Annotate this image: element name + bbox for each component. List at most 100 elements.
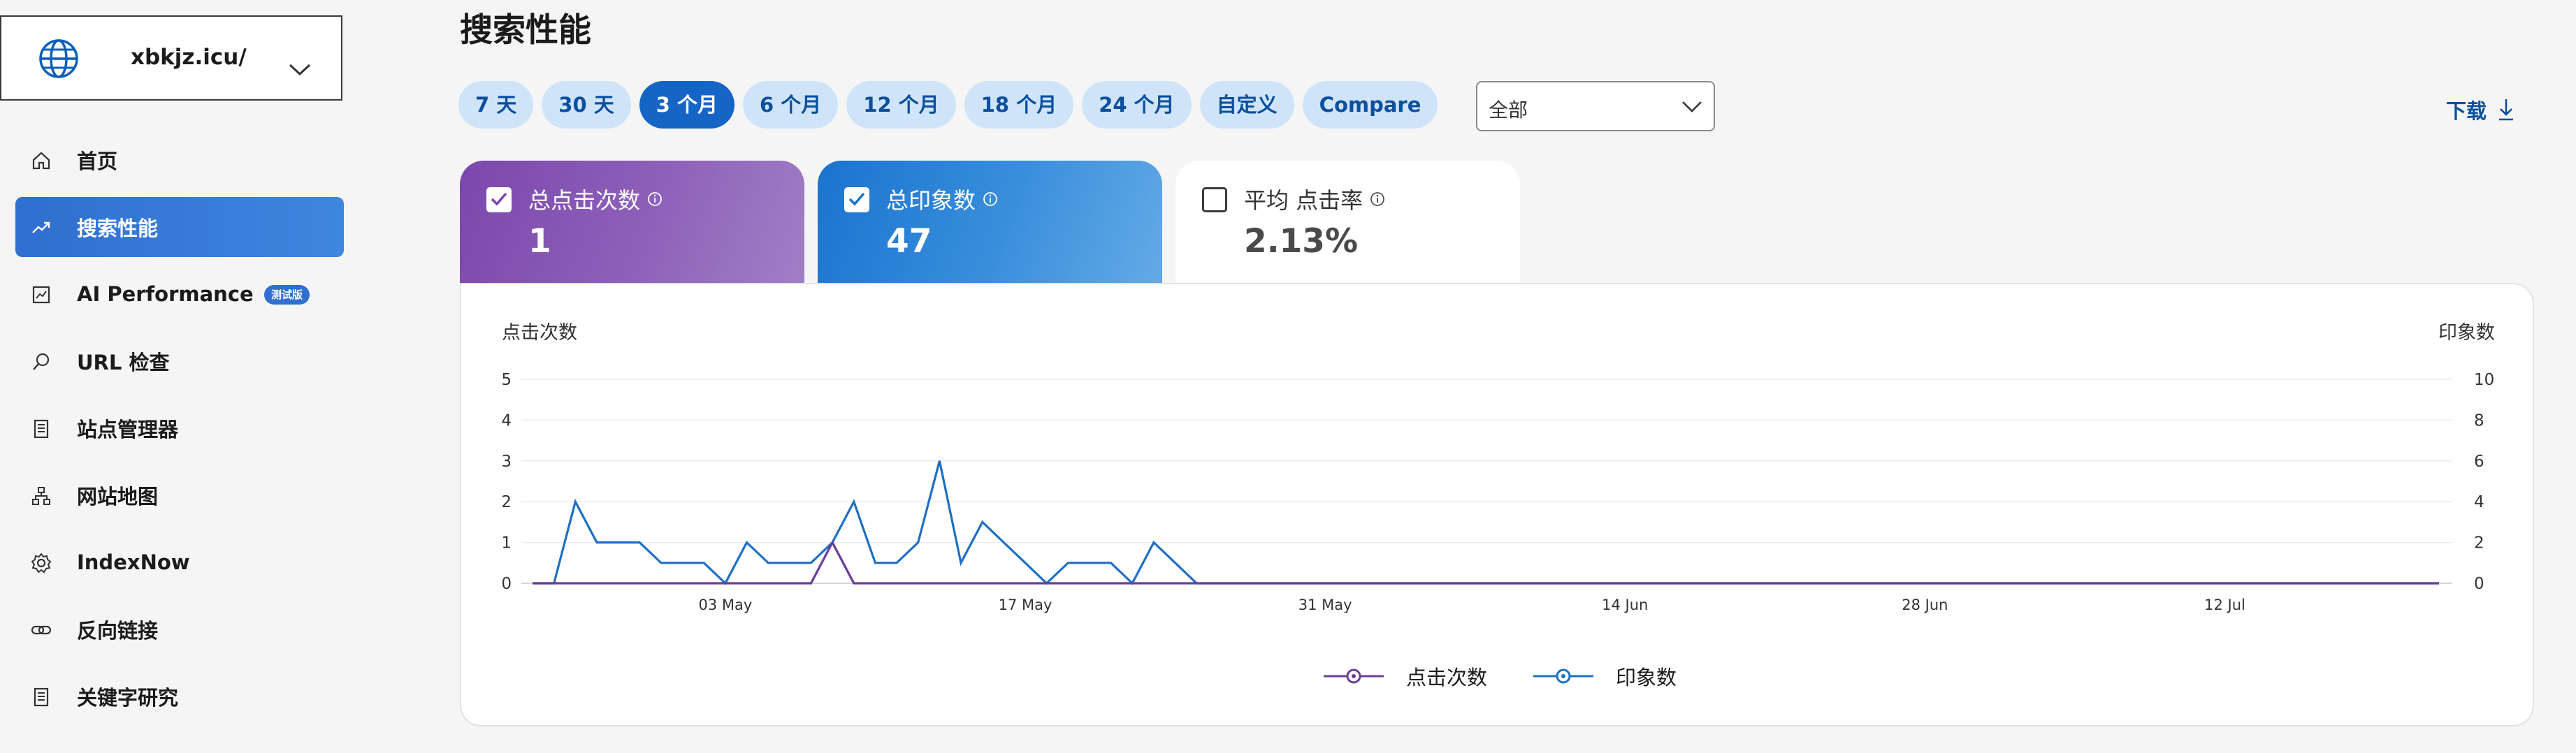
sidebar-item-label: 站点管理器 <box>77 418 179 441</box>
legend-impressions-marker-icon <box>1533 668 1594 684</box>
sidebar-item-label: 搜索性能 <box>77 217 159 240</box>
sidebar-item-label: 网站地图 <box>77 485 159 509</box>
filter-selected-value: 全部 <box>1489 98 1528 122</box>
right-tick-label: 4 <box>2474 493 2484 511</box>
right-tick-label: 6 <box>2474 453 2484 471</box>
ctr-checkbox[interactable] <box>1202 187 1227 212</box>
performance-chart-panel: 点击次数 印象数 0 1 2 3 4 5 0 2 4 6 8 10 03 May 17 May 31 M… <box>460 283 2534 726</box>
sitemap-icon <box>32 487 50 505</box>
left-tick-label: 3 <box>501 453 512 471</box>
document-icon <box>34 419 49 439</box>
home-icon <box>32 152 50 170</box>
legend-clicks-label: 点击次数 <box>1406 666 1488 689</box>
metric-card-impressions[interactable]: 总印象数 47 <box>818 161 1162 283</box>
sidebar-item-site-manager[interactable]: 站点管理器 <box>15 398 344 458</box>
search-icon <box>33 353 50 370</box>
sidebar-item-label: 反向链接 <box>77 619 159 643</box>
ai-chart-icon <box>32 286 50 304</box>
x-tick-label: 14 Jun <box>1602 597 1648 613</box>
impressions-label: 总印象数 <box>886 187 976 214</box>
filter-dropdown[interactable]: 全部 <box>1476 81 1715 131</box>
download-label: 下载 <box>2446 99 2487 123</box>
download-icon <box>2499 99 2514 121</box>
info-icon[interactable] <box>1370 191 1385 207</box>
right-axis-title: 印象数 <box>2438 322 2495 344</box>
sidebar-item-label: AI Performance <box>77 282 254 306</box>
clicks-label: 总点击次数 <box>528 187 641 214</box>
sidebar-item-search-performance[interactable]: 搜索性能 <box>15 197 344 257</box>
right-axis-ticks: 0 2 4 6 8 10 <box>2474 371 2494 593</box>
sidebar-item-label: URL 检查 <box>77 351 170 374</box>
left-tick-label: 1 <box>501 534 512 553</box>
sidebar-item-keyword-research[interactable]: 关键字研究 <box>15 666 344 726</box>
site-selector[interactable]: xbkjz.icu/ <box>0 15 342 101</box>
right-tick-label: 10 <box>2474 371 2494 389</box>
chart-gridlines <box>521 379 2452 584</box>
left-axis-ticks: 0 1 2 3 4 5 <box>501 371 512 593</box>
left-axis-title: 点击次数 <box>502 322 577 344</box>
x-tick-label: 12 Jul <box>2204 597 2245 613</box>
sidebar-nav: 首页 搜索性能 AI Performance 测试版 URL 检查 站点管理器 … <box>15 130 344 733</box>
legend-item-impressions[interactable]: 印象数 <box>1532 661 1677 691</box>
left-tick-label: 5 <box>501 371 512 389</box>
range-tab-12-months[interactable]: 12 个月 <box>846 81 956 129</box>
sidebar-item-label: IndexNow <box>77 550 190 574</box>
metric-label: 总印象数 <box>886 183 998 215</box>
x-tick-label: 28 Jun <box>1902 597 1948 613</box>
left-tick-label: 0 <box>501 575 512 593</box>
range-tab-custom[interactable]: 自定义 <box>1199 81 1294 129</box>
metric-label: 总点击次数 <box>528 183 663 215</box>
ctr-value: 2.13% <box>1244 222 1359 261</box>
impressions-checkbox[interactable] <box>844 187 869 212</box>
legend-impressions-label: 印象数 <box>1616 666 1677 689</box>
right-tick-label: 2 <box>2474 534 2484 553</box>
beta-badge: 测试版 <box>264 285 310 305</box>
range-tab-24-months[interactable]: 24 个月 <box>1082 81 1192 129</box>
legend-clicks-marker-icon <box>1324 668 1384 684</box>
sidebar-item-home[interactable]: 首页 <box>15 130 344 190</box>
range-tab-3-months[interactable]: 3 个月 <box>639 81 735 129</box>
page-title: 搜索性能 <box>460 11 591 50</box>
range-tab-6-months[interactable]: 6 个月 <box>743 81 839 129</box>
clicks-series-line <box>533 540 2439 585</box>
metric-card-ctr[interactable]: 平均 点击率 2.13% <box>1175 161 1520 283</box>
right-tick-label: 0 <box>2474 575 2484 593</box>
site-name: xbkjz.icu/ <box>131 45 247 70</box>
x-axis-ticks: 03 May 17 May 31 May 14 Jun 28 Jun 12 Jul <box>698 597 2245 613</box>
sidebar-item-label: 首页 <box>77 149 118 173</box>
impressions-series-line <box>533 460 2439 585</box>
document-icon <box>34 687 49 707</box>
date-range-tabs: 7 天 30 天 3 个月 6 个月 12 个月 18 个月 24 个月 自定义… <box>458 81 1438 129</box>
sidebar-item-label: 关键字研究 <box>77 686 179 710</box>
x-tick-label: 17 May <box>999 597 1052 613</box>
impressions-value: 47 <box>886 222 932 261</box>
info-icon[interactable] <box>983 191 998 207</box>
gear-icon <box>31 553 52 573</box>
link-icon <box>31 625 52 635</box>
left-tick-label: 4 <box>501 411 512 430</box>
right-tick-label: 8 <box>2474 411 2484 430</box>
range-tab-30-days[interactable]: 30 天 <box>542 81 631 129</box>
legend-item-clicks[interactable]: 点击次数 <box>1322 661 1487 691</box>
range-tab-7-days[interactable]: 7 天 <box>458 81 534 129</box>
sidebar-item-ai-performance[interactable]: AI Performance 测试版 <box>15 264 344 324</box>
clicks-checkbox[interactable] <box>486 187 512 212</box>
range-tab-compare[interactable]: Compare <box>1302 81 1438 129</box>
sidebar-item-backlinks[interactable]: 反向链接 <box>15 599 344 659</box>
download-button[interactable]: 下载 <box>2446 95 2516 124</box>
chart-legend: 点击次数 印象数 <box>1322 661 1677 691</box>
performance-chart: 点击次数 印象数 0 1 2 3 4 5 0 2 4 6 8 10 03 May 17 May 31 M… <box>501 322 2495 613</box>
chevron-down-icon <box>289 64 311 76</box>
trend-icon <box>32 221 50 233</box>
sidebar-item-sitemap[interactable]: 网站地图 <box>15 465 344 525</box>
range-tab-18-months[interactable]: 18 个月 <box>964 81 1074 129</box>
ctr-label: 平均 点击率 <box>1244 187 1363 214</box>
sidebar-item-indexnow[interactable]: IndexNow <box>15 532 344 592</box>
chevron-down-icon <box>1682 101 1702 112</box>
globe-icon <box>39 39 78 78</box>
metric-card-clicks[interactable]: 总点击次数 1 <box>460 161 804 283</box>
left-tick-label: 2 <box>501 493 512 511</box>
sidebar-item-url-inspection[interactable]: URL 检查 <box>15 331 344 391</box>
x-tick-label: 03 May <box>698 597 752 613</box>
info-icon[interactable] <box>647 191 663 207</box>
